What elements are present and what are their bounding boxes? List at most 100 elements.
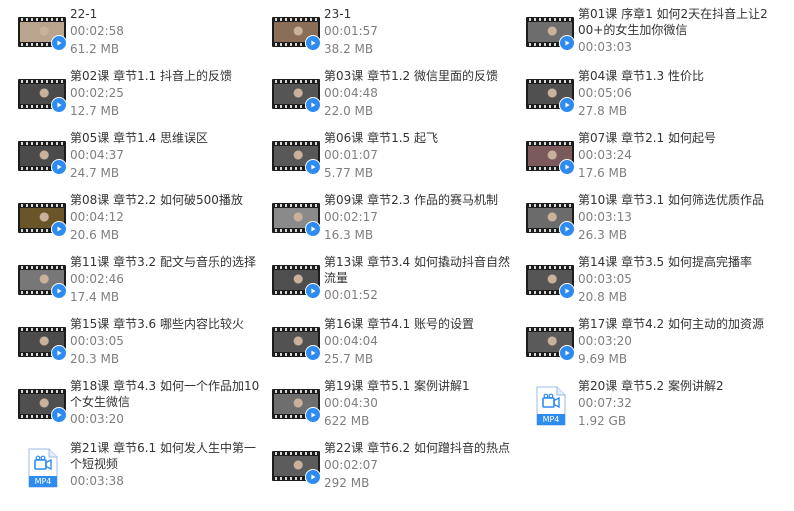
file-name: 第22课 章节6.2 如何蹭抖音的热点: [324, 441, 510, 455]
player-badge-icon: [51, 221, 67, 237]
file-size: 20.3 MB: [70, 352, 120, 366]
mp4-label: MP4: [34, 477, 52, 486]
file-item[interactable]: 23-1 00:01:57 38.2 MB: [272, 6, 526, 68]
video-thumbnail: [18, 200, 67, 238]
file-duration: 00:03:20: [578, 334, 632, 348]
file-size: 5.77 MB: [324, 166, 374, 180]
file-name: 第05课 章节1.4 思维误区: [70, 131, 208, 145]
file-name: 第10课 章节3.1 如何筛选优质作品: [578, 193, 764, 207]
file-item[interactable]: 第04课 章节1.3 性价比 00:05:06 27.8 MB: [526, 68, 780, 130]
file-duration: 00:02:07: [324, 458, 378, 472]
video-thumbnail: [272, 262, 321, 300]
file-name: 第02课 章节1.1 抖音上的反馈: [70, 69, 232, 83]
file-name: 第14课 章节3.5 如何提高完播率: [578, 255, 752, 269]
player-badge-icon: [305, 35, 321, 51]
file-duration: 00:03:38: [70, 474, 124, 488]
file-name: 23-1: [324, 7, 352, 21]
video-thumbnail: [18, 138, 67, 176]
file-item[interactable]: MP4 第20课 章节5.2 案例讲解2 00:07:32 1.92 GB: [526, 378, 780, 440]
file-duration: 00:02:17: [324, 210, 378, 224]
video-thumbnail: [526, 14, 575, 52]
video-thumbnail: [526, 200, 575, 238]
player-badge-icon: [51, 159, 67, 175]
video-thumbnail: [272, 14, 321, 52]
video-thumbnail: [272, 386, 321, 424]
video-thumbnail: [272, 448, 321, 486]
file-item[interactable]: 第01课 序章1 如何2天在抖音上让200+的女生加你微信 00:03:03: [526, 6, 780, 68]
file-duration: 00:03:03: [578, 40, 632, 54]
file-name: 第21课 章节6.1 如何发人生中第一个短视频: [70, 441, 256, 471]
file-name: 22-1: [70, 7, 98, 21]
file-duration: 00:03:05: [70, 334, 124, 348]
file-duration: 00:04:48: [324, 86, 378, 100]
file-item[interactable]: 第14课 章节3.5 如何提高完播率 00:03:05 20.8 MB: [526, 254, 780, 316]
file-item[interactable]: 第18课 章节4.3 如何一个作品加10个女生微信 00:03:20: [18, 378, 272, 440]
file-size: 22.0 MB: [324, 104, 374, 118]
file-duration: 00:04:37: [70, 148, 124, 162]
player-badge-icon: [305, 159, 321, 175]
file-grid: 22-1 00:02:58 61.2 MB 23-1 00:01:57 38.2 MB 第0…: [0, 0, 794, 511]
file-item[interactable]: 第08课 章节2.2 如何破500播放 00:04:12 20.6 MB: [18, 192, 272, 254]
player-badge-icon: [51, 35, 67, 51]
file-name: 第03课 章节1.2 微信里面的反馈: [324, 69, 498, 83]
file-name: 第13课 章节3.4 如何撬动抖音自然流量: [324, 255, 510, 285]
file-item[interactable]: 22-1 00:02:58 61.2 MB: [18, 6, 272, 68]
file-name: 第16课 章节4.1 账号的设置: [324, 317, 474, 331]
file-duration: 00:05:06: [578, 86, 632, 100]
video-thumbnail: [526, 138, 575, 176]
file-item[interactable]: 第13课 章节3.4 如何撬动抖音自然流量 00:01:52: [272, 254, 526, 316]
file-duration: 00:03:13: [578, 210, 632, 224]
file-duration: 00:01:57: [324, 24, 378, 38]
video-thumbnail: [18, 262, 67, 300]
file-duration: 00:01:52: [324, 288, 378, 302]
file-item[interactable]: 第15课 章节3.6 哪些内容比较火 00:03:05 20.3 MB: [18, 316, 272, 378]
file-item[interactable]: 第11课 章节3.2 配文与音乐的选择 00:02:46 17.4 MB: [18, 254, 272, 316]
file-duration: 00:01:07: [324, 148, 378, 162]
file-item[interactable]: 第06课 章节1.5 起飞 00:01:07 5.77 MB: [272, 130, 526, 192]
player-badge-icon: [559, 35, 575, 51]
video-thumbnail: [272, 138, 321, 176]
video-thumbnail: [526, 76, 575, 114]
file-name: 第19课 章节5.1 案例讲解1: [324, 379, 470, 393]
video-thumbnail: [526, 324, 575, 362]
file-duration: 00:02:58: [70, 24, 124, 38]
video-thumbnail: [18, 324, 67, 362]
file-size: 24.7 MB: [70, 166, 120, 180]
player-badge-icon: [559, 283, 575, 299]
file-item[interactable]: 第19课 章节5.1 案例讲解1 00:04:30 622 MB: [272, 378, 526, 440]
file-size: 61.2 MB: [70, 42, 120, 56]
file-item[interactable]: 第22课 章节6.2 如何蹭抖音的热点 00:02:07 292 MB: [272, 440, 526, 502]
file-name: 第07课 章节2.1 如何起号: [578, 131, 716, 145]
file-size: 17.6 MB: [578, 166, 628, 180]
file-item[interactable]: MP4 第21课 章节6.1 如何发人生中第一个短视频 00:03:38: [18, 440, 272, 502]
player-badge-icon: [305, 469, 321, 485]
video-thumbnail: [18, 76, 67, 114]
file-duration: 00:02:25: [70, 86, 124, 100]
player-badge-icon: [559, 97, 575, 113]
file-item[interactable]: 第10课 章节3.1 如何筛选优质作品 00:03:13 26.3 MB: [526, 192, 780, 254]
file-duration: 00:03:05: [578, 272, 632, 286]
player-badge-icon: [305, 345, 321, 361]
player-badge-icon: [559, 221, 575, 237]
file-size: 38.2 MB: [324, 42, 374, 56]
file-item[interactable]: 第07课 章节2.1 如何起号 00:03:24 17.6 MB: [526, 130, 780, 192]
file-size: 17.4 MB: [70, 290, 120, 304]
video-thumbnail: [272, 324, 321, 362]
file-item[interactable]: 第17课 章节4.2 如何主动的加资源 00:03:20 9.69 MB: [526, 316, 780, 378]
file-size: 16.3 MB: [324, 228, 374, 242]
file-item[interactable]: 第09课 章节2.3 作品的赛马机制 00:02:17 16.3 MB: [272, 192, 526, 254]
file-item[interactable]: 第16课 章节4.1 账号的设置 00:04:04 25.7 MB: [272, 316, 526, 378]
player-badge-icon: [305, 407, 321, 423]
file-name: 第18课 章节4.3 如何一个作品加10个女生微信: [70, 379, 260, 409]
file-size: 12.7 MB: [70, 104, 120, 118]
file-item[interactable]: 第03课 章节1.2 微信里面的反馈 00:04:48 22.0 MB: [272, 68, 526, 130]
mp4-file-icon: MP4: [18, 448, 66, 488]
file-name: 第17课 章节4.2 如何主动的加资源: [578, 317, 764, 331]
video-thumbnail: [526, 262, 575, 300]
file-duration: 00:02:46: [70, 272, 124, 286]
file-item[interactable]: 第05课 章节1.4 思维误区 00:04:37 24.7 MB: [18, 130, 272, 192]
file-name: 第15课 章节3.6 哪些内容比较火: [70, 317, 244, 331]
file-size: 20.6 MB: [70, 228, 120, 242]
file-item[interactable]: 第02课 章节1.1 抖音上的反馈 00:02:25 12.7 MB: [18, 68, 272, 130]
file-size: 292 MB: [324, 476, 370, 490]
